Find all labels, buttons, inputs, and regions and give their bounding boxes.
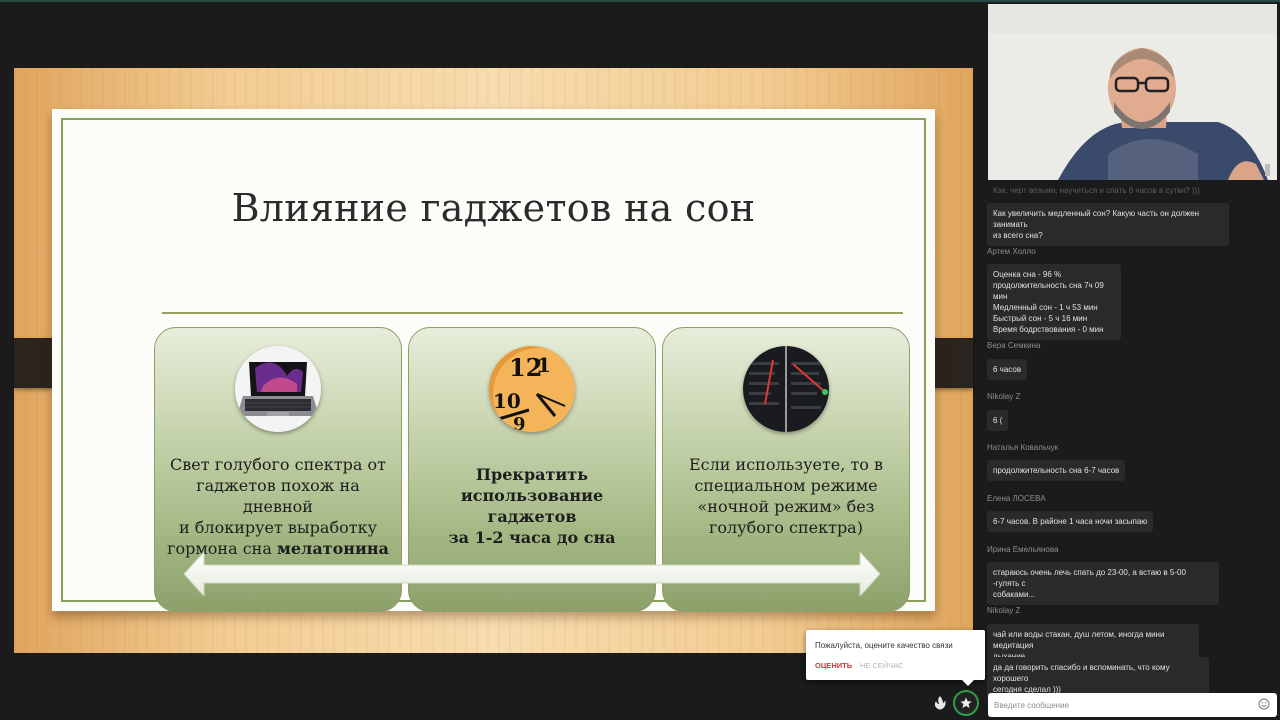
chat-author: Nikolay Z [987,392,1021,401]
top-accent-line [0,0,1280,2]
connection-rating-popup: Пожалуйста, оцените качество связи ОЦЕНИ… [806,630,985,686]
emoji-icon[interactable] [1258,698,1270,710]
title-divider [162,312,903,314]
slide-title: Влияние гаджетов на сон [231,186,756,230]
card2-line: использование гаджетов [460,486,604,526]
double-arrow-icon [184,552,880,596]
chat-message-input[interactable] [988,693,1277,717]
card1-text: Свет голубого спектра от гаджетов похож … [163,454,393,559]
slide-paper: Свет голубого спектра от гаджетов похож … [52,109,935,612]
chat-author: Артем Холло [987,247,1036,256]
speaker-video [988,4,1277,180]
chat-message: 6 часов [987,359,1028,380]
card3-line: голубого спектра) [709,518,863,537]
chat-message: 6 ( [987,410,1009,431]
card3-line: Если используете, то в [688,455,884,474]
fire-reaction-button[interactable] [930,693,950,713]
card2-text: Прекратить использование гаджетов за 1-2… [417,464,647,548]
chat-message: стараюсь очень лечь спать до 23-00, а вс… [987,562,1219,605]
laptop-image [235,346,321,432]
star-rating-button[interactable] [953,690,979,716]
rating-question: Пожалуйста, оцените качество связи [815,641,953,650]
clock-image: 12 1 10 9 [489,346,575,432]
card3-line: «ночной режим» без [697,497,875,516]
not-now-button[interactable]: НЕ СЕЙЧАС [860,661,904,670]
chat-message: продолжительность сна 6-7 часов [987,460,1126,481]
chat-author: Елена ЛОСЕВА [987,494,1046,503]
svg-text:9: 9 [513,414,526,432]
chat-message: Оценка сна - 96 % продолжительность сна … [987,264,1121,340]
card2-line: за 1-2 часа до сна [448,528,616,547]
card1-line: и блокирует выработку [179,518,377,537]
card2-line: Прекратить [475,465,589,484]
fire-icon [934,696,946,710]
chat-author: Вера Семкина [987,341,1041,350]
card3-line: специальном режиме [694,476,878,495]
svg-text:1: 1 [537,353,551,377]
chat-author: Наталья Ковальчук [987,443,1059,452]
rate-button[interactable]: ОЦЕНИТЬ [815,661,852,670]
card1-line: гаджетов похож на дневной [196,476,360,516]
chat-message: 6-7 часов. В районе 1 часа ночи засыпаю [987,511,1154,532]
chat-author: Ирина Емельянова [987,545,1059,554]
svg-text:10: 10 [493,389,521,413]
star-icon [960,697,972,708]
card3-text: Если используете, то в специальном режим… [671,454,901,538]
card1-line: Свет голубого спектра от [170,455,386,474]
chat-author: Nikolay Z [987,606,1021,615]
chat-message: Как увеличить медленный сон? Какую часть… [987,203,1229,246]
phone-night-mode-image [743,346,829,432]
chat-faded-message: Как, черт возьми, научиться и спать 8 ча… [993,186,1200,195]
popup-pointer [962,680,974,686]
presentation-slide: Свет голубого спектра от гаджетов похож … [14,68,973,653]
